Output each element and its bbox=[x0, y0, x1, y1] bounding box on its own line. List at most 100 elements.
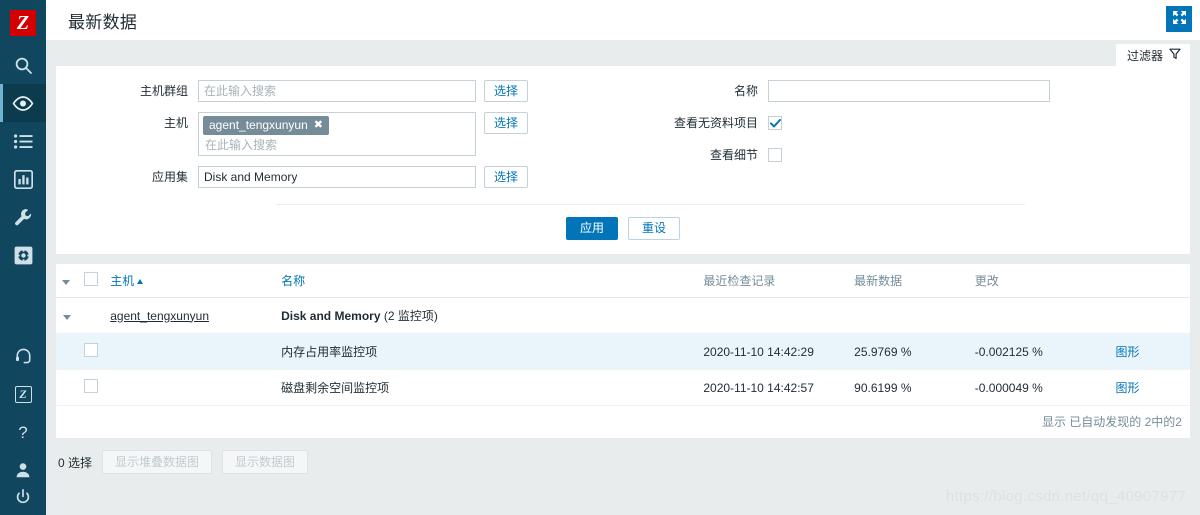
user-profile-icon bbox=[15, 462, 31, 478]
table-header-row: 主机 名称 最近检查记录 最新数据 更改 bbox=[56, 264, 1190, 298]
row-host-cell bbox=[104, 369, 276, 406]
host-chip: agent_tengxunyun ✖ bbox=[203, 116, 329, 135]
row-graph-cell: 图形 bbox=[1109, 369, 1190, 406]
column-header-change: 更改 bbox=[968, 264, 1110, 298]
row-checkbox[interactable] bbox=[84, 343, 99, 357]
hosts-select-button[interactable]: 选择 bbox=[484, 112, 529, 134]
filter-column-left: 主机群组 在此输入搜索 选择 主机 agent_tengxunyun ✖ 在此输… bbox=[56, 80, 656, 198]
sidebar-item-integrations[interactable]: Z bbox=[0, 375, 46, 413]
row-host-cell bbox=[104, 333, 276, 370]
filter-tab-label: 过滤器 bbox=[1126, 48, 1163, 63]
hosts-label: 主机 bbox=[163, 116, 188, 130]
chevron-down-icon bbox=[62, 279, 70, 285]
show-stacked-graph-button[interactable]: 显示堆叠数据图 bbox=[102, 450, 213, 474]
show-graph-button[interactable]: 显示数据图 bbox=[222, 450, 309, 474]
sidebar-item-search[interactable] bbox=[0, 46, 46, 84]
administration-gear-icon bbox=[14, 246, 33, 265]
table-group-row: agent_tengxunyun Disk and Memory (2 监控项) bbox=[56, 297, 1190, 334]
host-chip-label: agent_tengxunyun bbox=[209, 118, 308, 132]
show-details-label: 查看细节 bbox=[709, 148, 758, 162]
row-last-value: 90.6199 % bbox=[848, 369, 969, 406]
column-header-host[interactable]: 主机 bbox=[104, 264, 276, 298]
row-checkbox-cell bbox=[78, 369, 105, 406]
action-bar: 0 选择 显示堆叠数据图 显示数据图 bbox=[46, 438, 1200, 474]
filter-panel: 主机群组 在此输入搜索 选择 主机 agent_tengxunyun ✖ 在此输… bbox=[56, 66, 1190, 254]
row-item-name: 磁盘剩余空间监控项 bbox=[275, 369, 698, 406]
zabbix-logo[interactable]: Z bbox=[0, 0, 46, 46]
column-header-name[interactable]: 名称 bbox=[275, 264, 698, 298]
reset-button[interactable]: 重设 bbox=[628, 217, 681, 240]
sidebar-item-administration[interactable] bbox=[0, 236, 46, 274]
sidebar-item-user[interactable] bbox=[0, 451, 46, 489]
name-input[interactable] bbox=[768, 80, 1050, 102]
row-checkbox[interactable] bbox=[84, 379, 99, 393]
host-groups-select-button[interactable]: 选择 bbox=[484, 80, 529, 102]
monitoring-eye-icon bbox=[12, 95, 34, 111]
sidebar-item-reports[interactable] bbox=[0, 160, 46, 198]
funnel-icon bbox=[1169, 48, 1181, 63]
hosts-multiselect[interactable]: agent_tengxunyun ✖ 在此输入搜索 bbox=[198, 112, 476, 156]
group-host-cell: agent_tengxunyun bbox=[104, 297, 276, 334]
group-collapse-toggle[interactable] bbox=[56, 297, 79, 334]
application-name: Disk and Memory bbox=[281, 309, 381, 323]
row-last-check: 2020-11-10 14:42:57 bbox=[697, 369, 849, 406]
filter-actions: 应用 重设 bbox=[56, 205, 1190, 240]
kiosk-mode-button[interactable] bbox=[1166, 6, 1192, 32]
support-headset-icon bbox=[15, 348, 32, 364]
search-icon bbox=[14, 56, 33, 75]
latest-data-table: 主机 名称 最近检查记录 最新数据 更改 agent_tengxunyun Di… bbox=[56, 264, 1190, 438]
sidebar-item-inventory[interactable] bbox=[0, 122, 46, 160]
row-change: -0.002125 % bbox=[968, 333, 1110, 370]
sidebar-item-signout[interactable] bbox=[0, 489, 46, 515]
row-spacer bbox=[56, 369, 79, 406]
host-link[interactable]: agent_tengxunyun bbox=[110, 309, 209, 323]
main-content: 最新数据 过滤器 主机群组 在此输入搜索 选择 主机 agent_tengxun… bbox=[46, 0, 1200, 515]
sidebar-item-help[interactable]: ? bbox=[0, 413, 46, 451]
filter-field-show-details: 查看细节 bbox=[656, 144, 1190, 166]
show-without-data-checkbox[interactable] bbox=[768, 116, 782, 130]
show-details-checkbox[interactable] bbox=[768, 148, 782, 162]
selected-count: 0 选择 bbox=[58, 455, 93, 470]
table-row: 磁盘剩余空间监控项 2020-11-10 14:42:57 90.6199 % … bbox=[56, 369, 1190, 406]
host-groups-label: 主机群组 bbox=[139, 84, 188, 98]
filter-field-hosts: 主机 agent_tengxunyun ✖ 在此输入搜索 选择 bbox=[56, 112, 656, 156]
graph-link[interactable]: 图形 bbox=[1116, 345, 1140, 359]
filter-tab[interactable]: 过滤器 bbox=[1115, 44, 1190, 66]
application-select-button[interactable]: 选择 bbox=[484, 166, 529, 188]
group-application-cell: Disk and Memory (2 监控项) bbox=[275, 297, 1190, 334]
fullscreen-icon bbox=[1172, 10, 1187, 28]
row-item-name: 内存占用率监控项 bbox=[275, 333, 698, 370]
column-header-last-value: 最新数据 bbox=[848, 264, 969, 298]
graph-link[interactable]: 图形 bbox=[1116, 381, 1140, 395]
filter-field-name: 名称 bbox=[656, 80, 1190, 102]
sidebar-item-monitoring[interactable] bbox=[0, 84, 46, 122]
select-all-checkbox[interactable] bbox=[84, 272, 99, 286]
filter-tab-row: 过滤器 bbox=[46, 40, 1200, 66]
row-last-check: 2020-11-10 14:42:29 bbox=[697, 333, 849, 370]
sidebar-item-support[interactable] bbox=[0, 337, 46, 375]
row-last-value: 25.9769 % bbox=[848, 333, 969, 370]
chevron-down-icon bbox=[63, 314, 72, 320]
signout-power-icon bbox=[15, 489, 31, 505]
sidebar: Z Z ? bbox=[0, 0, 46, 515]
row-change: -0.000049 % bbox=[968, 369, 1110, 406]
column-header-last-check: 最近检查记录 bbox=[697, 264, 849, 298]
group-checkbox-cell bbox=[78, 297, 105, 334]
collapse-all-header[interactable] bbox=[56, 264, 79, 298]
row-checkbox-cell bbox=[78, 333, 105, 370]
row-spacer bbox=[56, 333, 79, 370]
column-header-host-label: 主机 bbox=[110, 274, 135, 288]
host-groups-input[interactable]: 在此输入搜索 bbox=[198, 80, 476, 102]
sidebar-item-configuration[interactable] bbox=[0, 198, 46, 236]
app-window: Z Z ? 最新数据 过滤器 主机群组 在此输入搜索 选择 主机 agent_t… bbox=[0, 0, 1200, 515]
zabbix-integrations-icon: Z bbox=[14, 385, 32, 403]
host-chip-remove-icon[interactable]: ✖ bbox=[314, 117, 323, 133]
configuration-wrench-icon bbox=[14, 208, 33, 227]
hosts-search-input[interactable]: 在此输入搜索 bbox=[203, 135, 471, 153]
table-row: 内存占用率监控项 2020-11-10 14:42:29 25.9769 % -… bbox=[56, 333, 1190, 370]
apply-button[interactable]: 应用 bbox=[565, 217, 618, 240]
filter-columns: 主机群组 在此输入搜索 选择 主机 agent_tengxunyun ✖ 在此输… bbox=[56, 80, 1190, 198]
row-graph-cell: 图形 bbox=[1109, 333, 1190, 370]
filter-field-show-without-data: 查看无资料项目 bbox=[656, 112, 1190, 134]
application-input[interactable]: Disk and Memory bbox=[198, 166, 476, 188]
